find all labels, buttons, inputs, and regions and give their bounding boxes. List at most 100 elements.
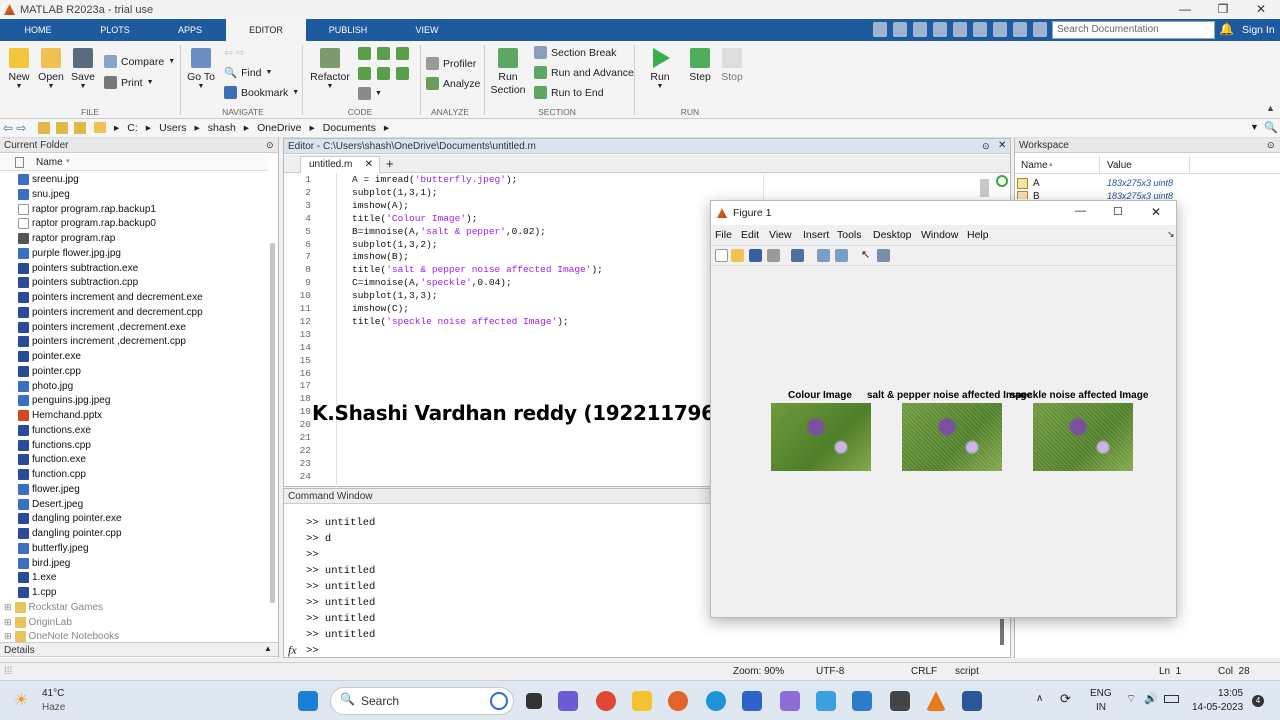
file-item[interactable]: Hemchand.pptx	[18, 410, 102, 421]
compare-button[interactable]: Compare ▼	[104, 55, 175, 68]
details-panel-title[interactable]: Details	[0, 642, 278, 657]
file-item[interactable]: pointers increment ,decrement.exe	[18, 321, 186, 333]
step-button[interactable]: Step	[686, 48, 714, 83]
section-break-button[interactable]: Section Break	[534, 46, 616, 59]
bookmark-button[interactable]: Bookmark ▼	[224, 86, 299, 99]
close-tab-icon[interactable]: ✕	[365, 159, 373, 170]
tab-publish[interactable]: PUBLISH	[306, 19, 390, 41]
search-icon[interactable]: 🔍	[1264, 121, 1278, 134]
figure-menu-item[interactable]: Window	[921, 229, 958, 241]
pointer-icon[interactable]: ↖	[861, 249, 874, 262]
indent-icon[interactable]	[358, 67, 371, 80]
tab-plots[interactable]: PLOTS	[76, 19, 154, 41]
tab-view[interactable]: VIEW	[390, 19, 464, 41]
store-icon[interactable]	[852, 691, 872, 711]
code-line[interactable]: imshow(C);	[352, 303, 409, 314]
tab-apps[interactable]: APPS	[154, 19, 226, 41]
figure-menu-item[interactable]: Edit	[741, 229, 759, 241]
file-item[interactable]: snu.jpeg	[18, 188, 70, 200]
clock-date[interactable]: 14-05-2023	[1192, 702, 1243, 713]
file-item[interactable]: raptor program.rap.backup1	[18, 203, 156, 215]
file-item[interactable]: Desert.jpeg	[18, 498, 83, 510]
file-item[interactable]: bird.jpeg	[18, 557, 70, 569]
file-explorer-icon[interactable]	[632, 691, 652, 711]
breadcrumb-item[interactable]: shash	[208, 122, 236, 134]
back-forward-icon[interactable]: ⇦ ⇨	[224, 47, 245, 59]
figure-menu-item[interactable]: Tools	[837, 229, 862, 241]
run-and-advance-button[interactable]: Run and Advance	[534, 66, 634, 79]
file-item[interactable]: pointers subtraction.cpp	[18, 277, 138, 289]
comment-icon[interactable]	[358, 47, 371, 60]
code-line[interactable]: B=imnoise(A,'salt & pepper',0.02);	[352, 226, 546, 237]
chevron-down-icon[interactable]: ▼	[1250, 122, 1259, 132]
file-item[interactable]: purple flower.jpg.jpg	[18, 247, 121, 259]
code-tools-row1[interactable]	[358, 47, 409, 60]
search-documentation-input[interactable]: Search Documentation	[1052, 21, 1215, 39]
quick-access-icon[interactable]	[893, 22, 907, 37]
print-button[interactable]: Print ▼	[104, 76, 154, 89]
quick-access-icon[interactable]	[973, 22, 987, 37]
breadcrumb-item[interactable]: OneDrive	[257, 122, 301, 134]
code-line[interactable]: title('speckle noise affected Image');	[352, 316, 569, 327]
battery-icon[interactable]	[1164, 695, 1179, 703]
chrome-icon[interactable]	[596, 691, 616, 711]
colorbar-icon[interactable]	[817, 249, 830, 262]
notification-badge[interactable]: 4	[1252, 695, 1264, 707]
code-line[interactable]: title('salt & pepper noise affected Imag…	[352, 264, 603, 275]
file-item[interactable]: 1.cpp	[18, 587, 56, 598]
chevron-up-icon[interactable]: ∧	[1036, 693, 1043, 704]
find-button[interactable]: 🔍 Find ▼	[224, 66, 272, 80]
editor-scrollbar[interactable]	[980, 179, 989, 197]
file-item[interactable]: sreenu.jpg	[18, 174, 79, 185]
expand-icon[interactable]: ⊞	[4, 617, 12, 628]
ws-name-header[interactable]: Name	[1021, 160, 1048, 171]
save-figure-icon[interactable]	[749, 249, 762, 262]
analyze-button[interactable]: Analyze	[426, 77, 480, 90]
workspace-row[interactable]: B 183x275x3 uint8	[1017, 191, 1277, 199]
close-button[interactable]: ✕	[1151, 205, 1161, 219]
language-indicator[interactable]: ENG	[1090, 688, 1112, 699]
file-item[interactable]: raptor program.rap.backup0	[18, 218, 156, 230]
code-tools-row2[interactable]	[358, 67, 409, 80]
figure-menu-item[interactable]: Insert	[803, 229, 829, 241]
expand-icon[interactable]: ⊞	[4, 631, 12, 642]
run-button[interactable]: Run ▼	[646, 48, 674, 90]
go-to-button[interactable]: Go To ▼	[186, 48, 216, 90]
breadcrumb[interactable]: ▸ C: ▸ Users ▸ shash ▸ OneDrive ▸ Documents ▸	[114, 122, 389, 134]
link-plot-icon[interactable]	[791, 249, 804, 262]
file-item[interactable]: pointers increment ,decrement.cpp	[18, 336, 186, 348]
profiler-button[interactable]: Profiler	[426, 57, 476, 70]
figure-menu-item[interactable]: File	[715, 229, 732, 241]
command-scrollbar[interactable]	[1000, 619, 1004, 645]
minimize-button[interactable]: —	[1075, 205, 1086, 217]
chevron-up-icon[interactable]: ▲	[264, 644, 272, 653]
quick-access-icon[interactable]	[933, 22, 947, 37]
file-item[interactable]: penguins.jpg.jpeg	[18, 395, 110, 407]
command-prompt[interactable]: >>	[306, 645, 319, 657]
browse-folder-icon[interactable]	[56, 122, 68, 134]
panel-menu-icon[interactable]: ⊙	[982, 141, 990, 152]
breadcrumb-item[interactable]: Users	[159, 122, 186, 134]
wrap-comments-icon[interactable]	[396, 47, 409, 60]
property-editor-icon[interactable]	[877, 249, 890, 262]
file-item[interactable]: dangling pointer.exe	[18, 513, 122, 525]
tab-untitled-m[interactable]: untitled.m ✕	[300, 156, 380, 173]
file-item[interactable]: photo.jpg	[18, 380, 73, 392]
windows-start-icon[interactable]	[298, 691, 318, 711]
sign-in-link[interactable]: Sign In	[1242, 24, 1275, 36]
increase-indent-icon[interactable]	[396, 67, 409, 80]
file-item[interactable]: butterfly.jpeg	[18, 542, 89, 554]
new-button[interactable]: New ▼	[6, 48, 32, 90]
clock-time[interactable]: 13:05	[1218, 688, 1243, 699]
close-button[interactable]: ✕	[1242, 0, 1280, 19]
panel-menu-icon[interactable]: ⊙	[266, 140, 274, 151]
matlab-taskbar-icon[interactable]	[926, 691, 946, 711]
figure-menu-item[interactable]: Desktop	[873, 229, 912, 241]
folder-item[interactable]: ⊞ OriginLab	[4, 616, 72, 628]
code-line[interactable]: imshow(B);	[352, 251, 409, 262]
workspace-row[interactable]: A 183x275x3 uint8	[1017, 178, 1277, 191]
file-item[interactable]: flower.jpeg	[18, 483, 80, 495]
open-file-icon[interactable]	[731, 249, 744, 262]
figure-menu-item[interactable]: Help	[967, 229, 989, 241]
bing-icon[interactable]	[490, 692, 508, 710]
